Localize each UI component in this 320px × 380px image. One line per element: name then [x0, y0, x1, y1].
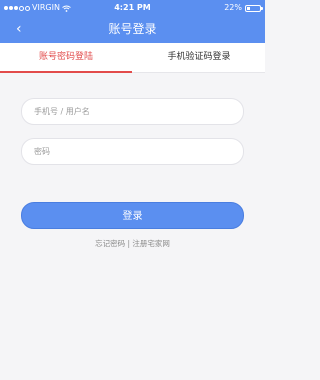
- bottom-links: 忘记密码 | 注册宅家网: [0, 238, 265, 249]
- username-field[interactable]: [21, 98, 244, 125]
- forgot-password-link[interactable]: 忘记密码: [95, 239, 125, 248]
- password-field[interactable]: [21, 138, 244, 165]
- app-header: VIRGIN 4:21 PM 22% ‹ 账号登录: [0, 0, 265, 43]
- password-input[interactable]: [34, 147, 224, 156]
- login-button[interactable]: 登录: [21, 202, 244, 229]
- username-input[interactable]: [34, 107, 224, 116]
- link-separator: |: [127, 239, 131, 248]
- page-title: 账号登录: [108, 22, 157, 36]
- battery-icon: [245, 4, 263, 12]
- status-bar: VIRGIN 4:21 PM 22%: [0, 0, 265, 16]
- register-link[interactable]: 注册宅家网: [132, 239, 170, 248]
- battery-percent: 22%: [224, 3, 242, 12]
- tab-sms-login[interactable]: 手机验证码登录: [133, 43, 265, 72]
- nav-bar: ‹ 账号登录: [0, 16, 265, 43]
- tab-password-login[interactable]: 账号密码登陆: [0, 43, 132, 73]
- login-tabs: 账号密码登陆 手机验证码登录: [0, 43, 265, 73]
- battery-info: 22%: [224, 0, 263, 16]
